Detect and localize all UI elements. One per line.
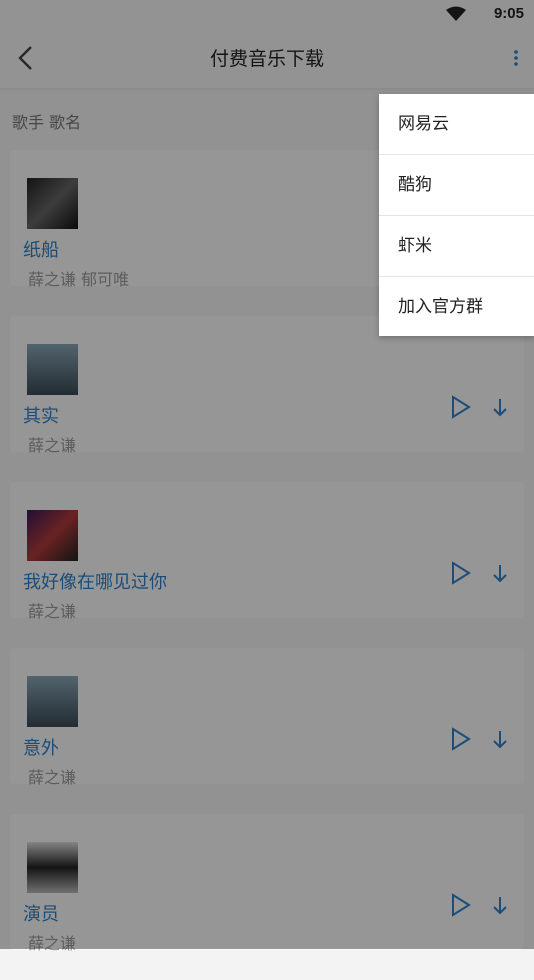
menu-item-netease[interactable]: 网易云 — [379, 94, 534, 155]
wifi-icon — [446, 6, 466, 21]
song-artist: 薛之谦 — [28, 768, 77, 787]
song-artist: 薛之谦 — [28, 934, 77, 953]
play-icon[interactable] — [450, 726, 472, 752]
song-title: 演员 — [23, 904, 59, 925]
album-cover — [27, 344, 78, 395]
song-card[interactable]: 我好像在哪见过你 薛之谦 — [10, 482, 524, 621]
song-artist: 薛之谦 — [28, 602, 77, 621]
play-icon[interactable] — [450, 892, 472, 918]
song-title: 纸船 — [23, 240, 59, 261]
download-icon[interactable] — [490, 894, 510, 918]
play-icon[interactable] — [450, 394, 472, 420]
song-title: 意外 — [23, 738, 59, 759]
status-time: 9:05 — [493, 5, 524, 22]
song-card[interactable]: 演员 薛之谦 — [10, 814, 524, 953]
overflow-menu: 网易云 酷狗 虾米 加入官方群 — [379, 94, 534, 336]
song-title: 其实 — [23, 406, 59, 427]
more-options-icon[interactable] — [512, 48, 520, 68]
page-title: 付费音乐下载 — [209, 48, 324, 70]
play-icon[interactable] — [450, 560, 472, 586]
song-artist: 薛之谦 — [28, 436, 77, 455]
song-title: 我好像在哪见过你 — [23, 572, 167, 593]
album-cover — [27, 676, 78, 727]
menu-item-kugou[interactable]: 酷狗 — [379, 155, 534, 216]
download-icon[interactable] — [490, 728, 510, 752]
song-card[interactable]: 意外 薛之谦 — [10, 648, 524, 787]
menu-item-join-group[interactable]: 加入官方群 — [379, 277, 534, 337]
status-bar: 9:05 — [0, 0, 534, 28]
download-icon[interactable] — [490, 396, 510, 420]
album-cover — [27, 510, 78, 561]
album-cover — [27, 842, 78, 893]
download-icon[interactable] — [490, 562, 510, 586]
search-placeholder: 歌手 歌名 — [12, 113, 82, 132]
menu-item-xiami[interactable]: 虾米 — [379, 216, 534, 277]
app-bar: 付费音乐下载 — [0, 28, 534, 88]
song-artist: 薛之谦 郁可唯 — [28, 270, 130, 289]
album-cover — [27, 178, 78, 229]
